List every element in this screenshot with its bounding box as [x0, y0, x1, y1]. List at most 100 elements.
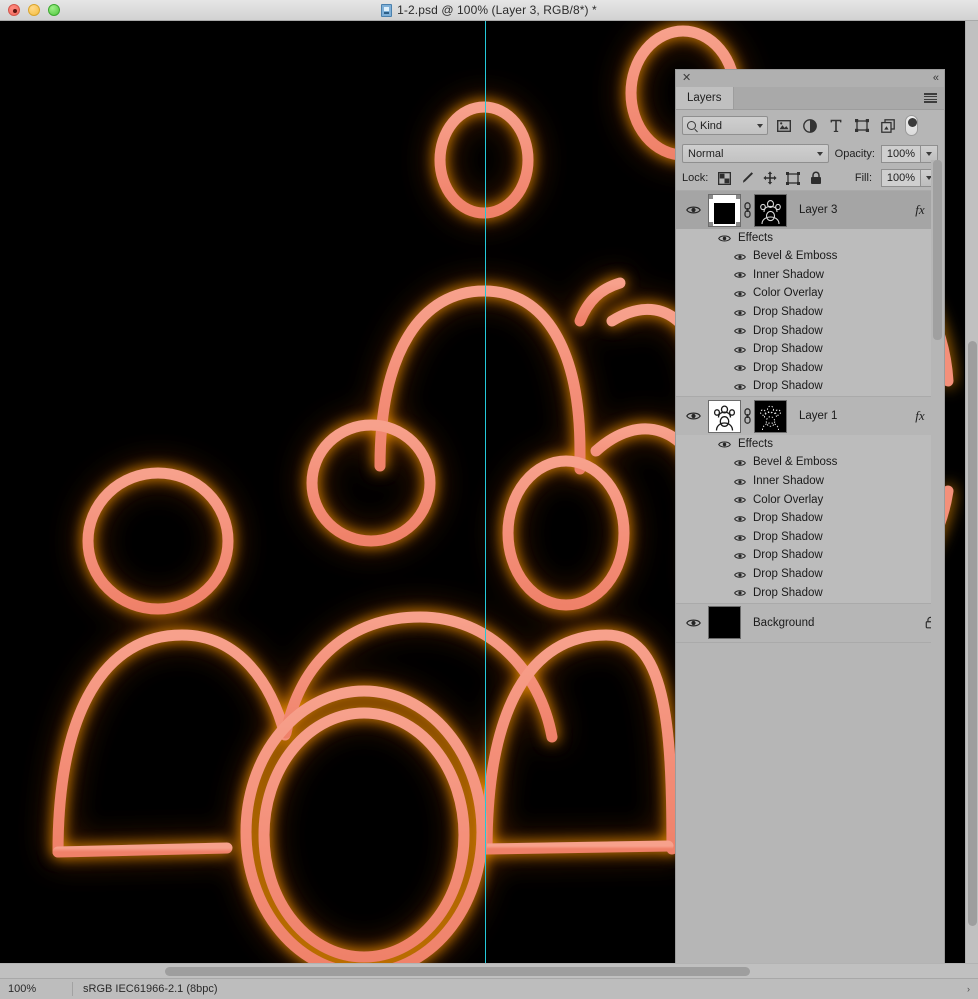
window-title: 1-2.psd @ 100% (Layer 3, RGB/8*) *	[0, 3, 978, 17]
lock-position-icon[interactable]	[763, 171, 777, 185]
canvas-vertical-scrollbar[interactable]	[965, 21, 978, 978]
layer-1-mask-thumbnail[interactable]	[754, 399, 787, 433]
effect-row[interactable]: Inner Shadow	[676, 266, 944, 285]
effect-visibility-toggle[interactable]	[734, 552, 746, 560]
layer-name-background[interactable]: Background	[741, 617, 916, 629]
filter-enable-toggle[interactable]	[905, 115, 918, 136]
effect-row[interactable]: Drop Shadow	[676, 584, 944, 603]
effect-visibility-toggle[interactable]	[734, 515, 746, 523]
lock-artboard-nesting-icon[interactable]	[786, 171, 801, 185]
blend-mode-select[interactable]: Normal	[682, 144, 829, 163]
fill-input[interactable]: 100%	[881, 169, 921, 187]
blend-mode-row: Normal Opacity: 100%	[676, 141, 944, 166]
layer-name-layer-1[interactable]: Layer 1	[787, 410, 912, 422]
smart-object-filter-icon[interactable]	[880, 118, 895, 133]
opacity-input[interactable]: 100%	[881, 144, 921, 163]
effect-row[interactable]: Drop Shadow	[676, 566, 944, 585]
psd-document-icon	[381, 3, 393, 17]
effect-visibility-toggle[interactable]	[734, 309, 746, 317]
effects-visibility-toggle[interactable]	[718, 440, 731, 449]
effect-label: Drop Shadow	[753, 549, 823, 562]
effect-visibility-toggle[interactable]	[734, 271, 746, 279]
status-bar: 100% sRGB IEC61966-2.1 (8bpc) ›	[0, 978, 978, 999]
panel-collapse-icon[interactable]: «	[933, 73, 939, 84]
link-icon[interactable]	[741, 202, 754, 218]
layers-panel-scrollbar[interactable]	[931, 160, 944, 728]
effect-visibility-toggle[interactable]	[734, 327, 746, 335]
layer-item-layer-1[interactable]: Layer 1 fx Effects Bevel & Emboss Inner …	[676, 397, 944, 603]
effect-visibility-toggle[interactable]	[734, 253, 746, 261]
layer-1-layer-thumbnail[interactable]	[708, 399, 741, 433]
layer-row-layer-3[interactable]: Layer 3 fx	[676, 191, 944, 229]
effect-visibility-toggle[interactable]	[734, 346, 746, 354]
pixel-layer-filter-icon[interactable]	[776, 118, 791, 133]
effect-row[interactable]: Drop Shadow	[676, 341, 944, 360]
effects-header-row[interactable]: Effects	[676, 435, 944, 454]
canvas-vertical-scroll-thumb[interactable]	[968, 341, 977, 926]
layer-visibility-toggle[interactable]	[678, 205, 708, 215]
link-icon[interactable]	[741, 408, 754, 425]
effect-label: Bevel & Emboss	[753, 456, 838, 469]
effects-visibility-toggle[interactable]	[718, 234, 731, 243]
fill-control[interactable]: 100%	[881, 169, 938, 187]
effect-visibility-toggle[interactable]	[734, 383, 746, 391]
layer-row-background[interactable]: Background	[676, 603, 944, 642]
layer-row-layer-1[interactable]: Layer 1 fx	[676, 397, 944, 436]
close-window-button[interactable]	[8, 4, 20, 16]
effect-row[interactable]: Color Overlay	[676, 285, 944, 304]
canvas-horizontal-scroll-thumb[interactable]	[165, 967, 750, 976]
status-expand-arrow[interactable]: ›	[967, 984, 978, 994]
effect-row[interactable]: Drop Shadow	[676, 528, 944, 547]
lock-image-pixels-icon[interactable]	[740, 171, 754, 185]
type-layer-filter-icon[interactable]	[828, 118, 843, 133]
effect-row[interactable]: Drop Shadow	[676, 359, 944, 378]
layer-name-layer-3[interactable]: Layer 3	[787, 204, 912, 216]
layer-fx-badge[interactable]: fx	[912, 202, 928, 218]
effect-row[interactable]: Drop Shadow	[676, 510, 944, 529]
layers-panel-scroll-thumb[interactable]	[933, 160, 942, 340]
effect-row[interactable]: Bevel & Emboss	[676, 454, 944, 473]
layer-3-mask-thumbnail[interactable]	[708, 193, 741, 227]
minimize-window-button[interactable]	[28, 4, 40, 16]
lock-all-icon[interactable]	[809, 171, 823, 185]
panel-close-icon[interactable]: ✕	[682, 73, 691, 84]
effect-visibility-toggle[interactable]	[734, 534, 746, 542]
panel-menu-icon[interactable]	[924, 93, 937, 103]
layer-fx-badge[interactable]: fx	[912, 408, 928, 424]
layer-list[interactable]: Layer 3 fx Effects Bevel & Emboss Inner …	[676, 191, 944, 643]
window-traffic-lights	[0, 4, 60, 16]
effect-row[interactable]: Inner Shadow	[676, 473, 944, 492]
background-layer-thumbnail[interactable]	[708, 606, 741, 640]
effects-header-row[interactable]: Effects	[676, 229, 944, 248]
opacity-control[interactable]: 100%	[881, 144, 938, 163]
effect-visibility-toggle[interactable]	[734, 496, 746, 504]
effect-row[interactable]: Bevel & Emboss	[676, 248, 944, 267]
effect-visibility-toggle[interactable]	[734, 459, 746, 467]
effect-visibility-toggle[interactable]	[734, 478, 746, 486]
color-profile-label: sRGB IEC61966-2.1 (8bpc)	[83, 983, 218, 995]
canvas-horizontal-scrollbar[interactable]	[0, 963, 978, 978]
effect-visibility-toggle[interactable]	[734, 290, 746, 298]
tab-layers[interactable]: Layers	[676, 87, 734, 109]
effect-row[interactable]: Drop Shadow	[676, 322, 944, 341]
effect-label: Drop Shadow	[753, 530, 823, 543]
shape-layer-filter-icon[interactable]	[854, 118, 869, 133]
effect-visibility-toggle[interactable]	[734, 589, 746, 597]
filter-kind-select[interactable]: Kind	[682, 116, 768, 135]
layers-panel[interactable]: ✕ « Layers Kind Normal Opacity: 100% Loc…	[676, 70, 944, 978]
effect-visibility-toggle[interactable]	[734, 571, 746, 579]
adjustment-layer-filter-icon[interactable]	[802, 118, 817, 133]
zoom-level[interactable]: 100%	[0, 983, 72, 995]
zoom-window-button[interactable]	[48, 4, 60, 16]
effect-row[interactable]: Color Overlay	[676, 491, 944, 510]
lock-transparent-pixels-icon[interactable]	[717, 171, 731, 185]
layer-item-layer-3[interactable]: Layer 3 fx Effects Bevel & Emboss Inner …	[676, 191, 944, 397]
layer-visibility-toggle[interactable]	[678, 618, 708, 628]
effect-row[interactable]: Drop Shadow	[676, 303, 944, 322]
layer-3-layer-thumbnail[interactable]	[754, 193, 787, 227]
effect-visibility-toggle[interactable]	[734, 364, 746, 372]
effect-row[interactable]: Drop Shadow	[676, 378, 944, 397]
effect-row[interactable]: Drop Shadow	[676, 547, 944, 566]
layer-visibility-toggle[interactable]	[678, 411, 708, 421]
filter-type-icons	[776, 118, 895, 133]
